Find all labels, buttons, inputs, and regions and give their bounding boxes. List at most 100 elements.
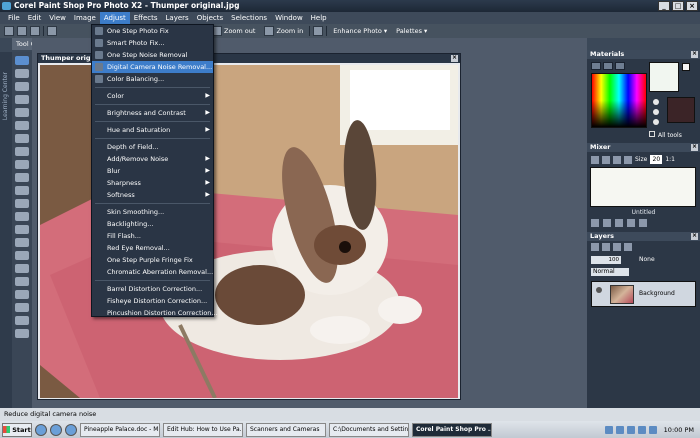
adjust-menu-item[interactable]: Sharpness ▶ <box>92 177 213 189</box>
delete-layer-icon[interactable] <box>624 243 632 251</box>
adjust-menu-item[interactable]: Add/Remove Noise ▶ <box>92 153 213 165</box>
adjust-menu-item[interactable]: Fill Flash... <box>92 230 213 242</box>
all-tools-checkbox[interactable] <box>649 131 655 137</box>
ie-quicklaunch-icon[interactable] <box>35 423 47 436</box>
new-file-icon[interactable] <box>4 26 14 36</box>
menu-effects[interactable]: Effects <box>130 12 162 24</box>
zoom-in-button[interactable]: Zoom in <box>261 26 306 36</box>
duplicate-layer-icon[interactable] <box>613 243 621 251</box>
mixer-canvas[interactable] <box>590 167 696 207</box>
taskbar-item-active[interactable]: Corel Paint Shop Pro ... <box>412 422 492 437</box>
browser-quicklaunch-icon[interactable] <box>65 423 77 436</box>
layer-opacity-slider[interactable]: 100 <box>591 256 621 264</box>
save-mixer-icon[interactable] <box>603 219 611 227</box>
adjust-menu-item[interactable]: Pincushion Distortion Correction... <box>92 307 218 319</box>
open-mixer-icon[interactable] <box>591 219 599 227</box>
menu-window[interactable]: Window <box>271 12 307 24</box>
adjust-menu-item[interactable]: Barrel Distortion Correction... <box>92 283 213 295</box>
menu-objects[interactable]: Objects <box>193 12 227 24</box>
enhance-photo-button[interactable]: Enhance Photo ▾ <box>330 27 390 35</box>
browse-icon[interactable] <box>30 26 40 36</box>
tray-icon[interactable] <box>615 425 624 434</box>
pick-tool-icon[interactable] <box>15 69 29 78</box>
mixer-knife-icon[interactable] <box>624 155 632 164</box>
menu-help[interactable]: Help <box>307 12 331 24</box>
adjust-menu-item[interactable]: Hue and Saturation ▶ <box>92 124 213 136</box>
preset-shape-icon[interactable] <box>15 303 29 312</box>
adjust-menu-item[interactable]: Blur ▶ <box>92 165 213 177</box>
straighten-tool-icon[interactable] <box>15 147 29 156</box>
taskbar-item[interactable]: Pineapple Palace.doc - M... <box>80 422 160 437</box>
warp-brush-icon[interactable] <box>15 329 29 338</box>
close-button[interactable]: × <box>686 1 698 11</box>
menu-selections[interactable]: Selections <box>227 12 271 24</box>
paint-brush-icon[interactable] <box>15 225 29 234</box>
swap-colors-icon[interactable] <box>682 63 690 71</box>
freehand-selection-icon[interactable] <box>15 95 29 104</box>
flood-fill-icon[interactable] <box>15 277 29 286</box>
pen-tool-icon[interactable] <box>15 316 29 325</box>
image-close-icon[interactable]: × <box>451 55 458 62</box>
menu-adjust[interactable]: Adjust <box>99 12 130 24</box>
adjust-menu-item[interactable]: Skin Smoothing... <box>92 206 213 218</box>
palettes-button[interactable]: Palettes ▾ <box>393 27 430 35</box>
adjust-menu-item[interactable]: Chromatic Aberration Removal... <box>92 266 213 278</box>
tray-icon[interactable] <box>626 425 635 434</box>
transparent-button-icon[interactable] <box>653 119 659 125</box>
learning-center-palette[interactable]: Learning Center <box>0 52 12 408</box>
adjust-menu-item[interactable]: Depth of Field... <box>92 141 213 153</box>
open-folder-icon[interactable] <box>17 26 27 36</box>
zoom-mixer-icon[interactable] <box>615 219 623 227</box>
magic-wand-icon[interactable] <box>15 108 29 117</box>
start-button[interactable]: Start <box>2 422 32 437</box>
navigate-mixer-icon[interactable] <box>627 219 635 227</box>
tray-icon[interactable] <box>648 425 657 434</box>
adjust-menu-item[interactable]: Softness ▶ <box>92 189 213 201</box>
zoom-out-button[interactable]: Zoom out <box>209 26 258 36</box>
close-icon[interactable]: × <box>691 233 698 240</box>
visibility-eye-icon[interactable] <box>596 287 602 293</box>
menu-file[interactable]: File <box>4 12 24 24</box>
adjust-menu-item[interactable]: Backlighting... <box>92 218 213 230</box>
taskbar-item[interactable]: C:\Documents and Settin... <box>329 422 409 437</box>
clone-brush-icon[interactable] <box>15 199 29 208</box>
adjust-menu-item[interactable]: One Step Purple Fringe Fix <box>92 254 213 266</box>
eraser-icon[interactable] <box>15 264 29 273</box>
red-eye-tool-icon[interactable] <box>15 173 29 182</box>
pan-tool-icon[interactable] <box>15 56 29 65</box>
adjust-menu-item[interactable]: Red Eye Removal... <box>92 242 213 254</box>
adjust-menu-item[interactable]: Digital Camera Noise Removal... <box>92 61 213 73</box>
mixer-brush-icon[interactable] <box>591 155 599 164</box>
menu-image[interactable]: Image <box>70 12 100 24</box>
new-mask-icon[interactable] <box>602 243 610 251</box>
taskbar-item[interactable]: Edit Hub: How to Use Pa... <box>163 422 243 437</box>
adjust-menu-item[interactable]: Fisheye Distortion Correction... <box>92 295 213 307</box>
scratch-remover-icon[interactable] <box>15 212 29 221</box>
crop-tool-icon[interactable] <box>15 134 29 143</box>
menu-view[interactable]: View <box>45 12 70 24</box>
taskbar-item[interactable]: Scanners and Cameras <box>246 422 326 437</box>
selection-tool-icon[interactable] <box>15 82 29 91</box>
style-button-icon[interactable] <box>653 99 659 105</box>
trash-icon[interactable] <box>639 219 647 227</box>
blend-mode-select[interactable]: Normal <box>591 268 629 276</box>
adjust-menu-item[interactable]: Smart Photo Fix... <box>92 37 213 49</box>
adjust-menu-item[interactable]: Brightness and Contrast ▶ <box>92 107 213 119</box>
new-layer-icon[interactable] <box>591 243 599 251</box>
tray-icon[interactable] <box>637 425 646 434</box>
media-quicklaunch-icon[interactable] <box>50 423 62 436</box>
tray-icon[interactable] <box>604 425 613 434</box>
close-icon[interactable]: × <box>691 144 698 151</box>
swatches-tab-icon[interactable] <box>615 62 625 70</box>
minimize-button[interactable]: _ <box>658 1 670 11</box>
save-icon[interactable] <box>47 26 57 36</box>
mixer-pan-icon[interactable] <box>602 155 610 164</box>
text-tool-icon[interactable] <box>15 290 29 299</box>
layer-row[interactable]: Background <box>591 281 696 307</box>
adjust-menu-item[interactable]: One Step Photo Fix <box>92 25 213 37</box>
adjust-menu-item[interactable]: Color Balancing... <box>92 73 213 85</box>
background-color-swatch[interactable] <box>667 97 695 123</box>
texture-button-icon[interactable] <box>653 109 659 115</box>
mixer-size-field[interactable]: 20 <box>650 155 663 164</box>
color-spectrum[interactable] <box>591 73 647 128</box>
